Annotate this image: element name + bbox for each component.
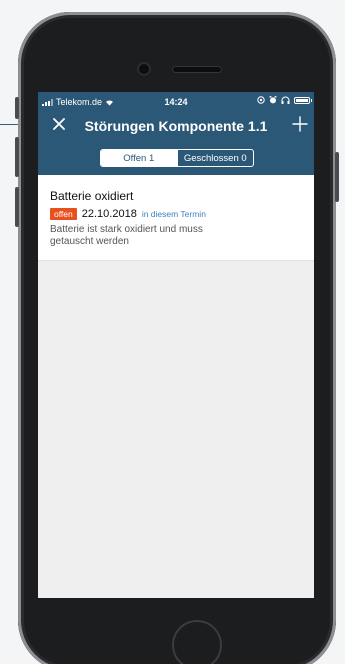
issue-title: Batterie oxidiert — [50, 189, 134, 203]
tab-open[interactable]: Offen 1 — [101, 150, 177, 166]
phone-power-button — [335, 152, 339, 202]
phone-volume-up — [15, 137, 19, 177]
list-item[interactable]: Batterie oxidiert offen 22.10.2018 in di… — [38, 175, 314, 261]
issue-list: Batterie oxidiert offen 22.10.2018 in di… — [38, 175, 314, 261]
home-button[interactable] — [172, 620, 222, 664]
front-camera — [139, 64, 149, 74]
status-badge: offen — [50, 208, 77, 220]
issue-date: 22.10.2018 — [81, 208, 137, 220]
app-header: Telekom.de 14:24 Störungen Komponente 1.… — [38, 92, 314, 175]
issue-meta: offen 22.10.2018 in diesem Termin — [50, 208, 302, 220]
status-bar-right — [257, 96, 312, 104]
status-segmented-control: Offen 1 Geschlossen 0 — [100, 149, 254, 167]
issue-description: Batterie ist stark oxidiert und muss get… — [50, 224, 203, 247]
phone-volume-down — [15, 187, 19, 227]
headphones-icon — [281, 96, 290, 104]
nav-bar: Störungen Komponente 1.1 — [38, 112, 314, 142]
tab-closed[interactable]: Geschlossen 0 — [176, 150, 254, 166]
stage: Telekom.de 14:24 Störungen Komponente 1.… — [0, 0, 345, 664]
battery-icon — [294, 96, 312, 104]
appointment-link[interactable]: in diesem Termin — [142, 209, 206, 219]
earpiece-speaker — [173, 67, 221, 72]
phone-screen: Telekom.de 14:24 Störungen Komponente 1.… — [38, 92, 314, 598]
alarm-icon — [269, 96, 277, 104]
location-icon — [257, 96, 265, 104]
status-bar: Telekom.de 14:24 — [38, 92, 314, 112]
phone-silent-switch — [15, 97, 19, 119]
plus-icon[interactable] — [291, 115, 309, 133]
page-title: Störungen Komponente 1.1 — [84, 118, 268, 134]
close-icon[interactable] — [51, 116, 67, 132]
